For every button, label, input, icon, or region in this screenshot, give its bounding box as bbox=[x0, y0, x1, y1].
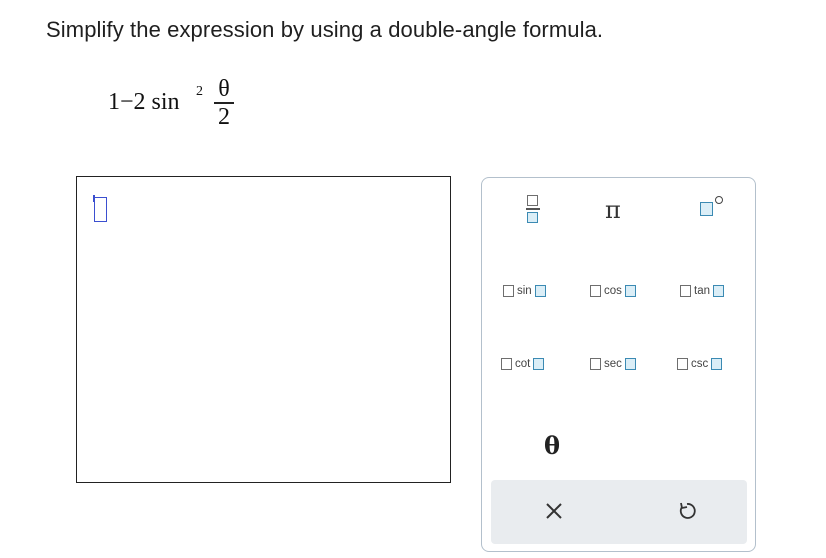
palette-action-bar bbox=[491, 480, 747, 544]
degree-symbol-icon bbox=[715, 196, 723, 204]
fraction-denominator: 2 bbox=[218, 103, 230, 130]
sin-label: sin bbox=[517, 285, 532, 297]
fraction-key[interactable] bbox=[526, 195, 540, 223]
expression-fraction: θ 2 bbox=[212, 76, 236, 130]
undo-button[interactable] bbox=[677, 500, 697, 528]
tan-key[interactable]: tan bbox=[680, 285, 724, 297]
fraction-key-denominator-icon bbox=[527, 211, 538, 223]
fraction-key-bar bbox=[526, 208, 540, 210]
sin-arg-box-icon bbox=[503, 285, 514, 297]
cot-label: cot bbox=[515, 358, 531, 370]
cot-power-box-icon bbox=[533, 358, 545, 370]
undo-icon bbox=[679, 502, 696, 519]
clear-button[interactable] bbox=[544, 500, 564, 528]
expression-exponent: 2 bbox=[196, 84, 203, 99]
cos-key[interactable]: cos bbox=[590, 285, 636, 297]
tan-power-box-icon bbox=[713, 285, 724, 297]
close-icon bbox=[546, 503, 562, 519]
cos-arg-box-icon bbox=[590, 285, 601, 297]
tan-label: tan bbox=[694, 285, 710, 297]
sin-key[interactable]: sin bbox=[503, 285, 546, 297]
degree-key[interactable] bbox=[700, 196, 723, 216]
math-palette: π sin cos tan cot sec csc θ bbox=[481, 177, 756, 552]
sec-label: sec bbox=[604, 358, 622, 370]
cot-arg-box-icon bbox=[501, 358, 512, 370]
sec-power-box-icon bbox=[624, 358, 636, 370]
tan-arg-box-icon bbox=[680, 285, 691, 297]
answer-input[interactable] bbox=[76, 176, 451, 483]
csc-label: csc bbox=[691, 358, 709, 370]
sec-arg-box-icon bbox=[590, 358, 601, 370]
question-instruction: Simplify the expression by using a doubl… bbox=[46, 17, 604, 42]
expression-lead: 1−2 sin bbox=[108, 89, 180, 115]
cos-power-box-icon bbox=[624, 285, 636, 297]
csc-power-box-icon bbox=[711, 358, 723, 370]
cos-label: cos bbox=[604, 285, 622, 297]
sec-key[interactable]: sec bbox=[590, 358, 636, 370]
fraction-key-numerator-icon bbox=[527, 195, 538, 206]
fraction-numerator: θ bbox=[218, 76, 230, 102]
csc-key[interactable]: csc bbox=[677, 358, 723, 370]
degree-key-box-icon bbox=[700, 202, 713, 216]
sin-power-box-icon bbox=[534, 285, 546, 297]
input-placeholder-box[interactable] bbox=[93, 195, 107, 222]
pi-key[interactable]: π bbox=[605, 196, 621, 224]
csc-arg-box-icon bbox=[677, 358, 688, 370]
cot-key[interactable]: cot bbox=[501, 358, 545, 370]
theta-key[interactable]: θ bbox=[544, 431, 560, 460]
